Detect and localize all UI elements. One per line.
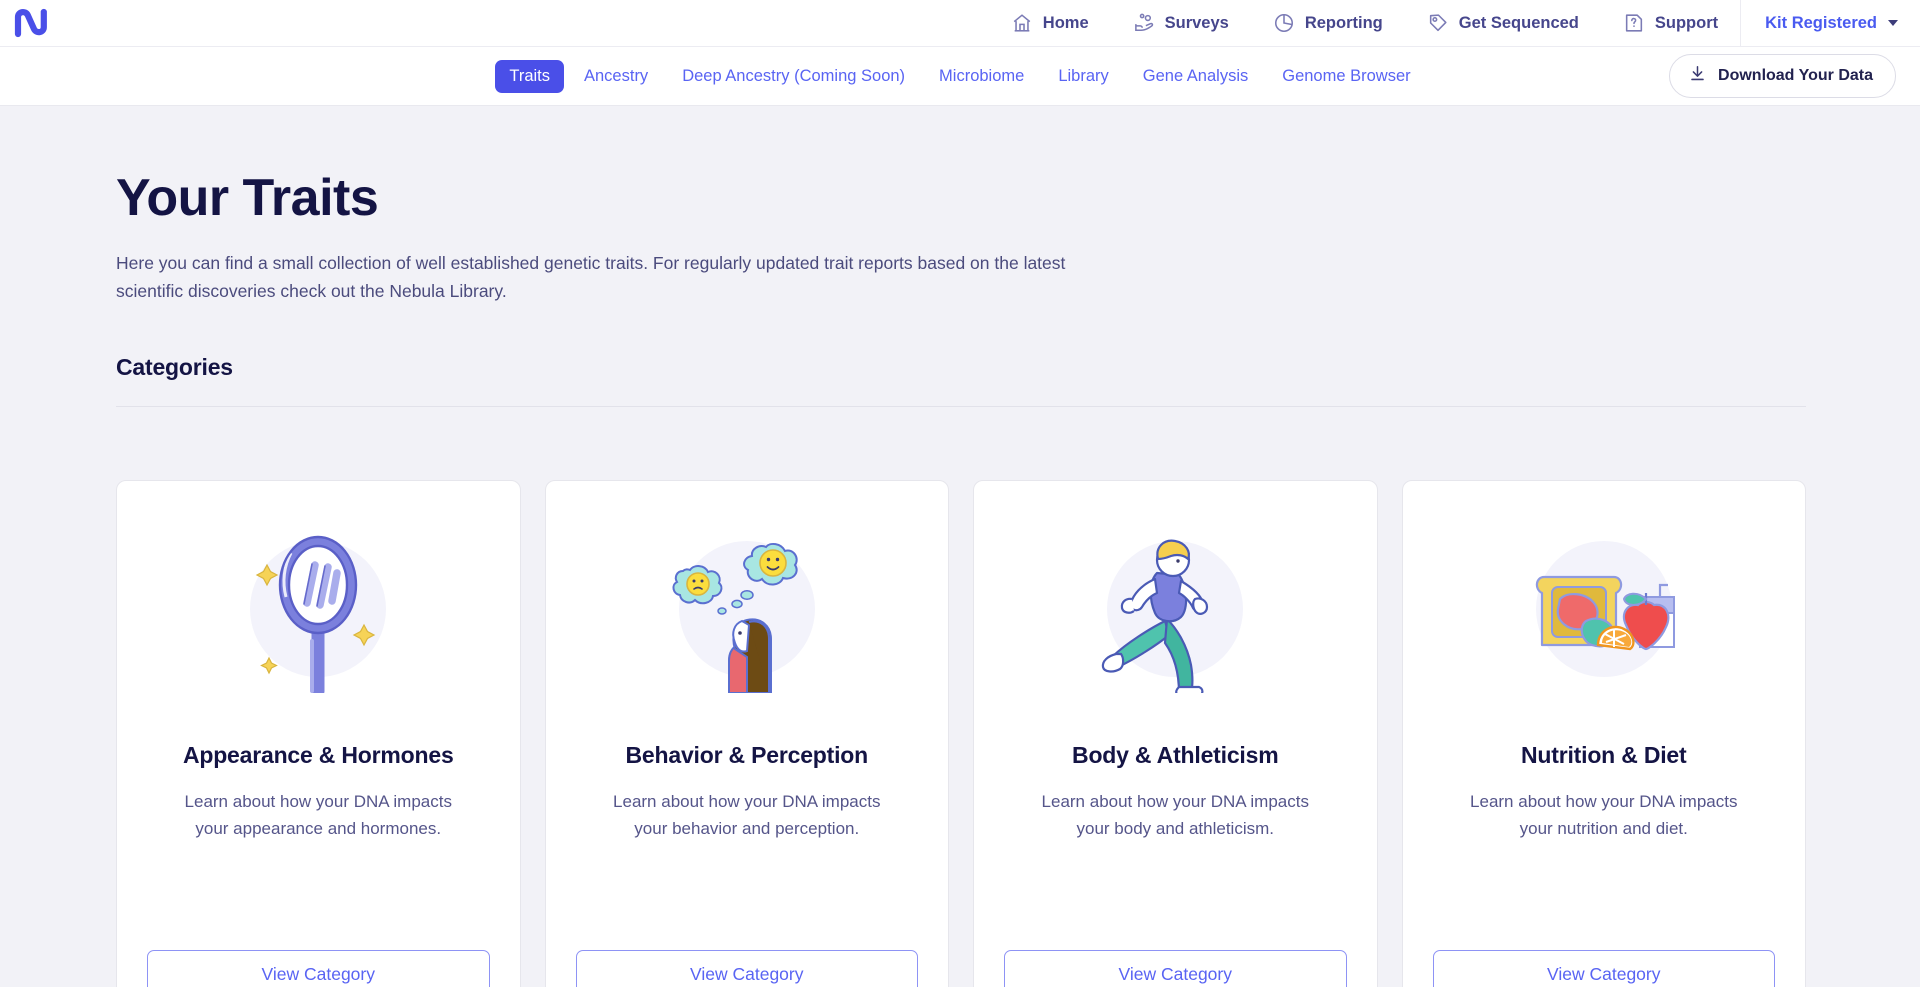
view-category-button[interactable]: View Category <box>575 950 918 987</box>
page-description: Here you can find a small collection of … <box>116 253 1066 301</box>
main-content: Your Traits Here you can find a small co… <box>0 106 1920 987</box>
nav-item-support[interactable]: Support <box>1601 0 1740 46</box>
category-card-nutrition-diet[interactable]: Nutrition & Diet Learn about how your DN… <box>1401 480 1806 987</box>
secondary-navigation-bar: Traits Ancestry Deep Ancestry (Coming So… <box>0 47 1920 106</box>
tab-gene-analysis[interactable]: Gene Analysis <box>1129 60 1262 93</box>
download-your-data-button[interactable]: Download Your Data <box>1669 54 1896 98</box>
thought-bubbles-illustration <box>663 525 831 694</box>
nav-item-surveys-label: Surveys <box>1164 13 1229 32</box>
nav-item-support-label: Support <box>1654 13 1719 32</box>
nav-item-get-sequenced-label: Get Sequenced <box>1458 13 1579 32</box>
category-card-behavior-perception[interactable]: Behavior & Perception Learn about how yo… <box>544 480 949 987</box>
tag-icon <box>1427 12 1450 35</box>
pie-chart-icon <box>1273 12 1296 35</box>
tab-genome-browser-label: Genome Browser <box>1282 66 1411 85</box>
category-card-body-athleticism[interactable]: Body & Athleticism Learn about how your … <box>973 480 1378 987</box>
card-description: Learn about how your DNA impacts your be… <box>613 791 881 839</box>
question-document-icon <box>1623 12 1646 35</box>
tab-microbiome-label: Microbiome <box>939 66 1025 85</box>
tab-microbiome[interactable]: Microbiome <box>925 60 1038 93</box>
card-title: Nutrition & Diet <box>1521 742 1687 769</box>
tab-deep-ancestry-label: Deep Ancestry (Coming Soon) <box>682 66 906 85</box>
runner-illustration <box>1091 525 1259 694</box>
section-tabs: Traits Ancestry Deep Ancestry (Coming So… <box>495 59 1424 93</box>
view-category-button[interactable]: View Category <box>147 950 490 987</box>
nav-item-home-label: Home <box>1042 13 1089 32</box>
nav-item-reporting[interactable]: Reporting <box>1251 0 1405 46</box>
tab-genome-browser[interactable]: Genome Browser <box>1268 60 1424 93</box>
section-divider <box>116 406 1806 408</box>
card-description: Learn about how your DNA impacts your nu… <box>1470 791 1738 839</box>
download-icon <box>1688 64 1707 88</box>
tab-deep-ancestry[interactable]: Deep Ancestry (Coming Soon) <box>668 60 919 93</box>
nav-item-reporting-label: Reporting <box>1304 13 1383 32</box>
card-description: Learn about how your DNA impacts your bo… <box>1041 791 1309 839</box>
card-title: Behavior & Perception <box>625 742 869 769</box>
kit-status-label: Kit Registered <box>1765 13 1877 32</box>
kit-status-dropdown[interactable]: Kit Registered <box>1740 0 1920 46</box>
card-description: Learn about how your DNA impacts your ap… <box>184 791 452 839</box>
tab-library-label: Library <box>1058 66 1109 85</box>
top-nav-items: Home Surveys Reporting Get Sequenced Sup… <box>989 0 1920 46</box>
download-your-data-label: Download Your Data <box>1718 67 1873 84</box>
page-title: Your Traits <box>116 169 379 227</box>
category-card-appearance-hormones[interactable]: Appearance & Hormones Learn about how yo… <box>116 480 521 987</box>
category-card-grid: Appearance & Hormones Learn about how yo… <box>116 480 1806 987</box>
tab-ancestry[interactable]: Ancestry <box>570 60 662 93</box>
tab-traits[interactable]: Traits <box>495 59 564 93</box>
top-navigation-bar: Home Surveys Reporting Get Sequenced Sup… <box>0 0 1920 47</box>
view-category-button[interactable]: View Category <box>1432 950 1775 987</box>
tab-gene-analysis-label: Gene Analysis <box>1142 66 1249 85</box>
card-title: Body & Athleticism <box>1072 742 1279 769</box>
tab-traits-label: Traits <box>509 66 550 85</box>
nav-item-surveys[interactable]: Surveys <box>1111 0 1251 46</box>
food-illustration <box>1520 525 1688 693</box>
categories-heading: Categories <box>116 354 233 381</box>
home-icon <box>1011 12 1034 35</box>
nebula-genomics-logo <box>14 8 47 38</box>
hand-mirror-illustration <box>234 525 402 694</box>
nav-item-home[interactable]: Home <box>989 0 1111 46</box>
survey-hand-icon <box>1133 12 1156 35</box>
tab-ancestry-label: Ancestry <box>584 66 649 85</box>
card-title: Appearance & Hormones <box>182 742 454 769</box>
logo-link[interactable] <box>0 0 80 46</box>
nav-item-get-sequenced[interactable]: Get Sequenced <box>1405 0 1601 46</box>
view-category-button[interactable]: View Category <box>1004 950 1347 987</box>
chevron-down-icon <box>1888 20 1898 26</box>
tab-library[interactable]: Library <box>1044 60 1122 93</box>
